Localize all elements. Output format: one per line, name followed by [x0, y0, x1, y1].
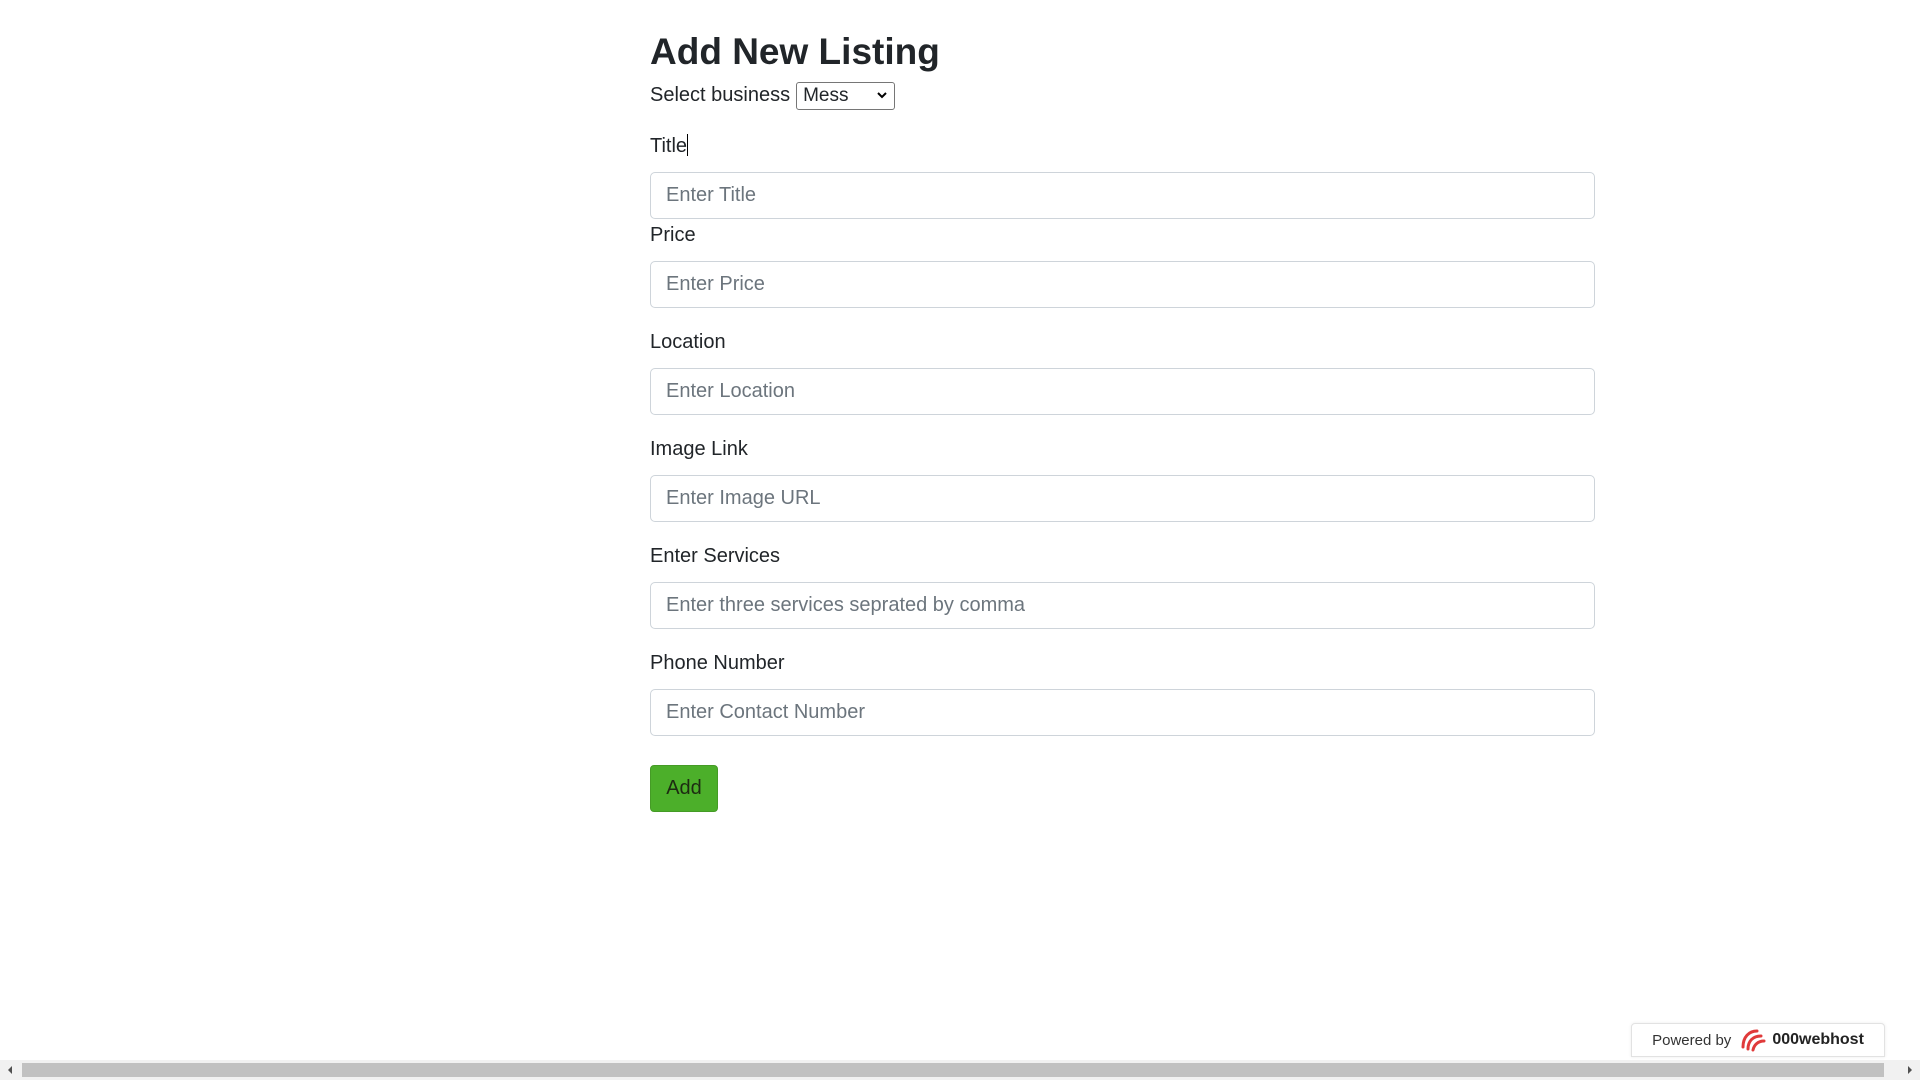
price-input[interactable] — [650, 261, 1595, 308]
brand-text: 000webhost — [1772, 1031, 1864, 1048]
scroll-right-icon[interactable] — [1900, 1060, 1920, 1080]
phone-input[interactable] — [650, 689, 1595, 736]
powered-by-text: Powered by — [1652, 1031, 1732, 1049]
business-select-value: Mess — [803, 84, 849, 106]
page-title: Add New Listing — [650, 31, 940, 72]
business-select-row: Select business Mess — [650, 79, 1595, 112]
image-link-group: Image Link — [650, 437, 1595, 522]
price-label: Price — [650, 224, 696, 246]
scrollbar-thumb[interactable] — [22, 1063, 1884, 1077]
horizontal-scrollbar[interactable] — [0, 1060, 1920, 1080]
image-link-input[interactable] — [650, 475, 1595, 522]
chevron-down-icon — [877, 91, 887, 98]
business-select-label: Select business — [650, 84, 791, 106]
title-label: Title — [650, 134, 689, 157]
business-select[interactable]: Mess — [796, 81, 896, 110]
services-group: Enter Services — [650, 544, 1595, 629]
location-label: Location — [650, 331, 726, 353]
add-button[interactable]: Add — [650, 765, 718, 812]
location-group: Location — [650, 330, 1595, 415]
000webhost-logo-icon — [1741, 1029, 1766, 1052]
powered-by-badge[interactable]: Powered by 000webhost — [1631, 1023, 1885, 1057]
page: Add New Listing Select business Mess Tit… — [0, 0, 1920, 1080]
location-input[interactable] — [650, 368, 1595, 415]
services-input[interactable] — [650, 582, 1595, 629]
phone-label: Phone Number — [650, 652, 785, 674]
text-cursor — [687, 134, 689, 156]
services-label: Enter Services — [650, 545, 781, 567]
phone-group: Phone Number — [650, 651, 1595, 736]
title-input[interactable] — [650, 172, 1595, 219]
price-group: Price — [650, 223, 1595, 308]
listing-form: Add New Listing Select business Mess Tit… — [650, 28, 1595, 736]
scroll-left-icon[interactable] — [0, 1060, 20, 1080]
image-link-label: Image Link — [650, 438, 748, 460]
title-group: Title — [650, 134, 1595, 219]
